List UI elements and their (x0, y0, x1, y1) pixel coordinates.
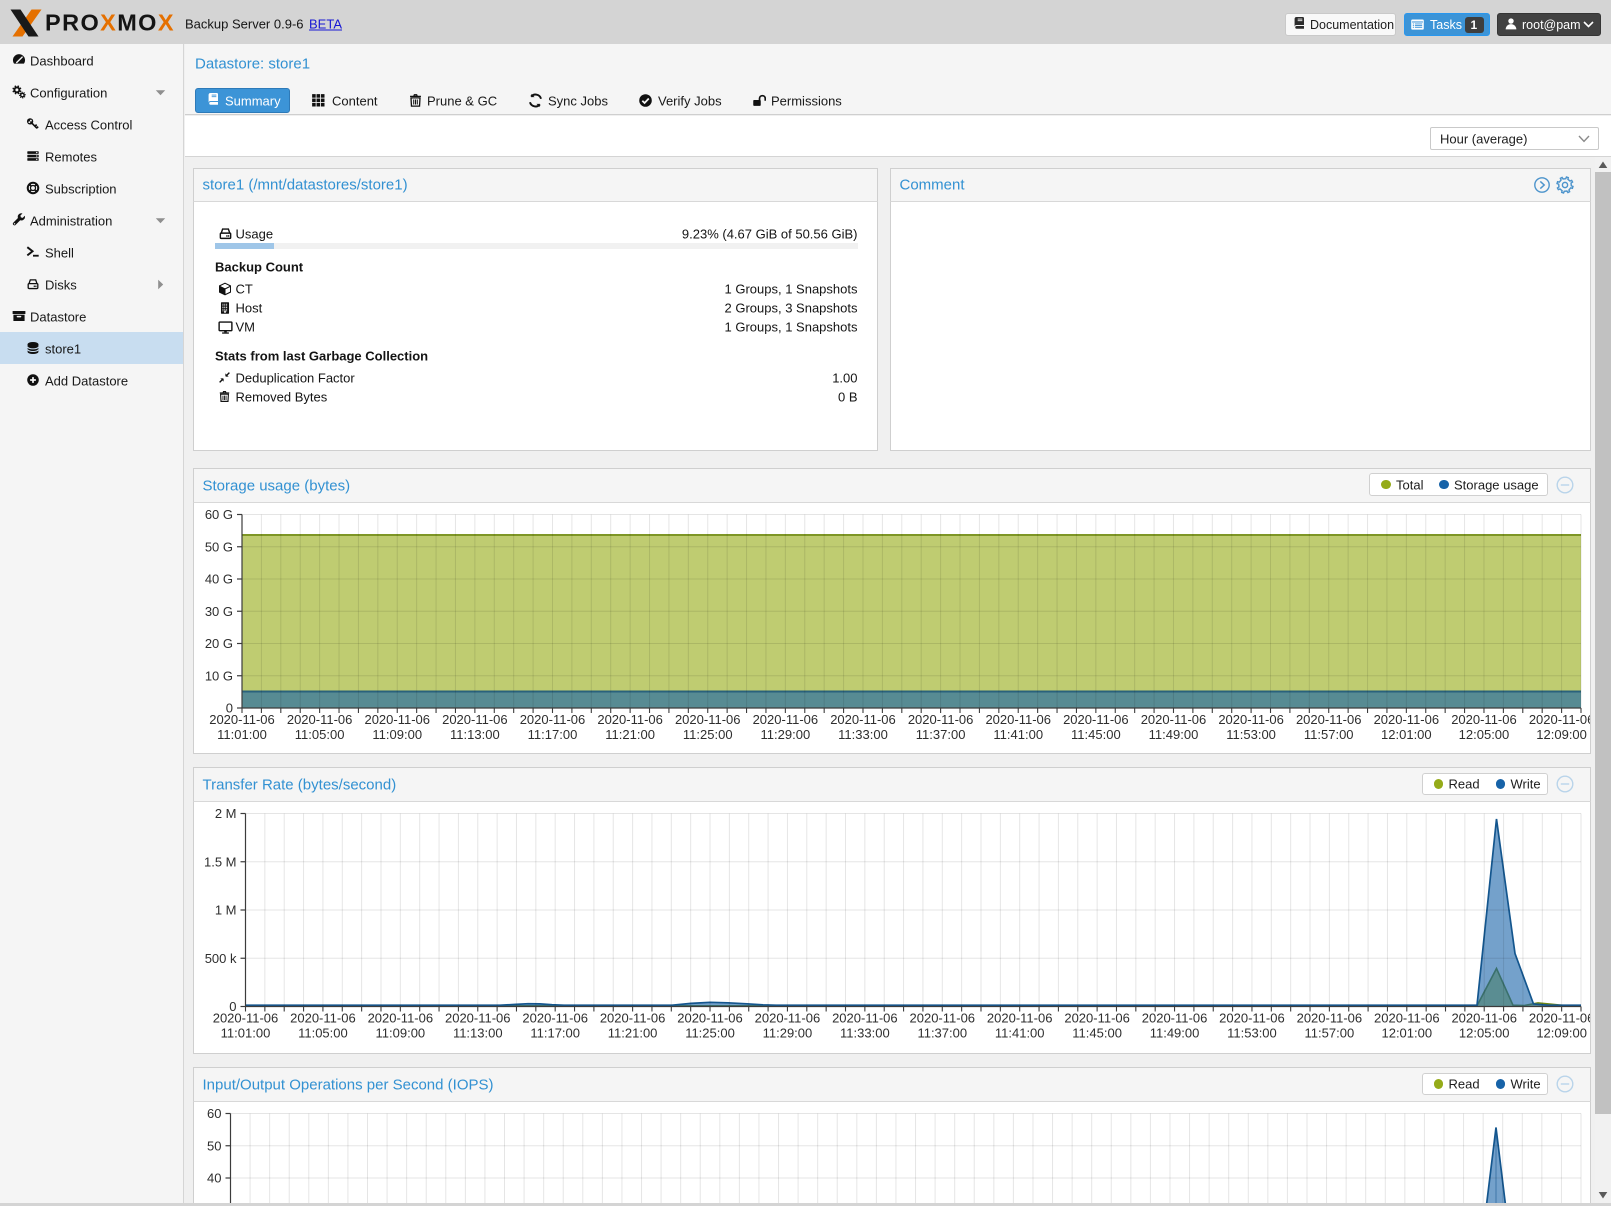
svg-text:11:13:00: 11:13:00 (453, 1026, 503, 1041)
svg-text:2020-11-06: 2020-11-06 (597, 712, 663, 727)
svg-text:60: 60 (207, 1106, 221, 1121)
svg-text:2020-11-06: 2020-11-06 (368, 1011, 434, 1026)
svg-text:2020-11-06: 2020-11-06 (987, 1011, 1053, 1026)
svg-text:11:21:00: 11:21:00 (608, 1026, 658, 1041)
svg-text:2020-11-06: 2020-11-06 (445, 1011, 511, 1026)
svg-text:2020-11-06: 2020-11-06 (213, 1011, 279, 1026)
svg-text:2 M: 2 M (215, 806, 237, 821)
svg-text:40: 40 (207, 1171, 221, 1186)
svg-text:11:33:00: 11:33:00 (840, 1026, 890, 1041)
svg-text:2020-11-06: 2020-11-06 (985, 712, 1051, 727)
svg-text:12:01:00: 12:01:00 (1381, 727, 1432, 742)
svg-text:2020-11-06: 2020-11-06 (675, 712, 741, 727)
svg-text:1.5 M: 1.5 M (204, 854, 237, 869)
svg-text:20 G: 20 G (205, 636, 233, 651)
svg-text:2020-11-06: 2020-11-06 (600, 1011, 666, 1026)
svg-text:2020-11-06: 2020-11-06 (1141, 712, 1207, 727)
svg-text:50 G: 50 G (205, 539, 233, 554)
svg-text:11:09:00: 11:09:00 (372, 727, 422, 742)
svg-text:11:33:00: 11:33:00 (838, 727, 888, 742)
svg-text:2020-11-06: 2020-11-06 (1296, 712, 1362, 727)
svg-text:2020-11-06: 2020-11-06 (1064, 1011, 1130, 1026)
svg-text:2020-11-06: 2020-11-06 (1063, 712, 1129, 727)
svg-text:2020-11-06: 2020-11-06 (287, 712, 353, 727)
svg-text:11:41:00: 11:41:00 (993, 727, 1043, 742)
svg-text:2020-11-06: 2020-11-06 (520, 712, 586, 727)
svg-text:2020-11-06: 2020-11-06 (290, 1011, 356, 1026)
svg-text:11:13:00: 11:13:00 (450, 727, 500, 742)
svg-text:2020-11-06: 2020-11-06 (1374, 712, 1440, 727)
svg-text:11:49:00: 11:49:00 (1149, 727, 1199, 742)
svg-text:2020-11-06: 2020-11-06 (1451, 1011, 1517, 1026)
svg-text:500 k: 500 k (205, 951, 237, 966)
svg-text:11:01:00: 11:01:00 (221, 1026, 271, 1041)
svg-text:2020-11-06: 2020-11-06 (1451, 712, 1517, 727)
svg-text:2020-11-06: 2020-11-06 (1219, 1011, 1285, 1026)
svg-text:1 M: 1 M (215, 903, 237, 918)
svg-text:50: 50 (207, 1138, 221, 1153)
svg-text:2020-11-06: 2020-11-06 (522, 1011, 588, 1026)
svg-text:2020-11-06: 2020-11-06 (1297, 1011, 1363, 1026)
svg-text:2020-11-06: 2020-11-06 (1529, 1011, 1590, 1026)
svg-text:40 G: 40 G (205, 571, 233, 586)
svg-text:12:05:00: 12:05:00 (1459, 1026, 1510, 1041)
svg-text:11:01:00: 11:01:00 (217, 727, 267, 742)
svg-text:2020-11-06: 2020-11-06 (442, 712, 508, 727)
svg-text:11:17:00: 11:17:00 (530, 1026, 580, 1041)
svg-text:11:05:00: 11:05:00 (295, 727, 345, 742)
svg-text:11:57:00: 11:57:00 (1304, 727, 1354, 742)
svg-text:11:53:00: 11:53:00 (1227, 1026, 1277, 1041)
svg-text:2020-11-06: 2020-11-06 (209, 712, 275, 727)
svg-text:2020-11-06: 2020-11-06 (830, 712, 896, 727)
svg-text:11:57:00: 11:57:00 (1305, 1026, 1355, 1041)
svg-text:2020-11-06: 2020-11-06 (1374, 1011, 1440, 1026)
svg-text:2020-11-06: 2020-11-06 (753, 712, 819, 727)
svg-text:2020-11-06: 2020-11-06 (832, 1011, 898, 1026)
svg-text:11:29:00: 11:29:00 (763, 1026, 813, 1041)
svg-text:11:45:00: 11:45:00 (1071, 727, 1121, 742)
svg-text:12:05:00: 12:05:00 (1459, 727, 1510, 742)
svg-text:11:21:00: 11:21:00 (605, 727, 655, 742)
svg-text:10 G: 10 G (205, 668, 233, 683)
svg-text:11:45:00: 11:45:00 (1072, 1026, 1122, 1041)
svg-text:30 G: 30 G (205, 603, 233, 618)
svg-text:12:09:00: 12:09:00 (1536, 727, 1587, 742)
svg-text:11:25:00: 11:25:00 (685, 1026, 735, 1041)
svg-text:11:49:00: 11:49:00 (1150, 1026, 1200, 1041)
svg-text:2020-11-06: 2020-11-06 (1218, 712, 1284, 727)
svg-text:2020-11-06: 2020-11-06 (908, 712, 974, 727)
svg-text:12:01:00: 12:01:00 (1381, 1026, 1432, 1041)
svg-text:2020-11-06: 2020-11-06 (364, 712, 430, 727)
svg-text:2020-11-06: 2020-11-06 (1529, 712, 1590, 727)
svg-text:11:29:00: 11:29:00 (761, 727, 811, 742)
svg-text:11:37:00: 11:37:00 (917, 1026, 967, 1041)
svg-text:2020-11-06: 2020-11-06 (677, 1011, 743, 1026)
svg-text:11:37:00: 11:37:00 (916, 727, 966, 742)
svg-text:2020-11-06: 2020-11-06 (755, 1011, 821, 1026)
svg-text:2020-11-06: 2020-11-06 (1142, 1011, 1208, 1026)
svg-text:12:09:00: 12:09:00 (1536, 1026, 1587, 1041)
svg-text:11:25:00: 11:25:00 (683, 727, 733, 742)
svg-text:11:17:00: 11:17:00 (528, 727, 578, 742)
svg-text:11:09:00: 11:09:00 (376, 1026, 426, 1041)
svg-text:2020-11-06: 2020-11-06 (910, 1011, 976, 1026)
svg-text:60 G: 60 G (205, 507, 233, 522)
svg-text:11:05:00: 11:05:00 (298, 1026, 348, 1041)
svg-text:11:53:00: 11:53:00 (1226, 727, 1276, 742)
svg-text:11:41:00: 11:41:00 (995, 1026, 1045, 1041)
